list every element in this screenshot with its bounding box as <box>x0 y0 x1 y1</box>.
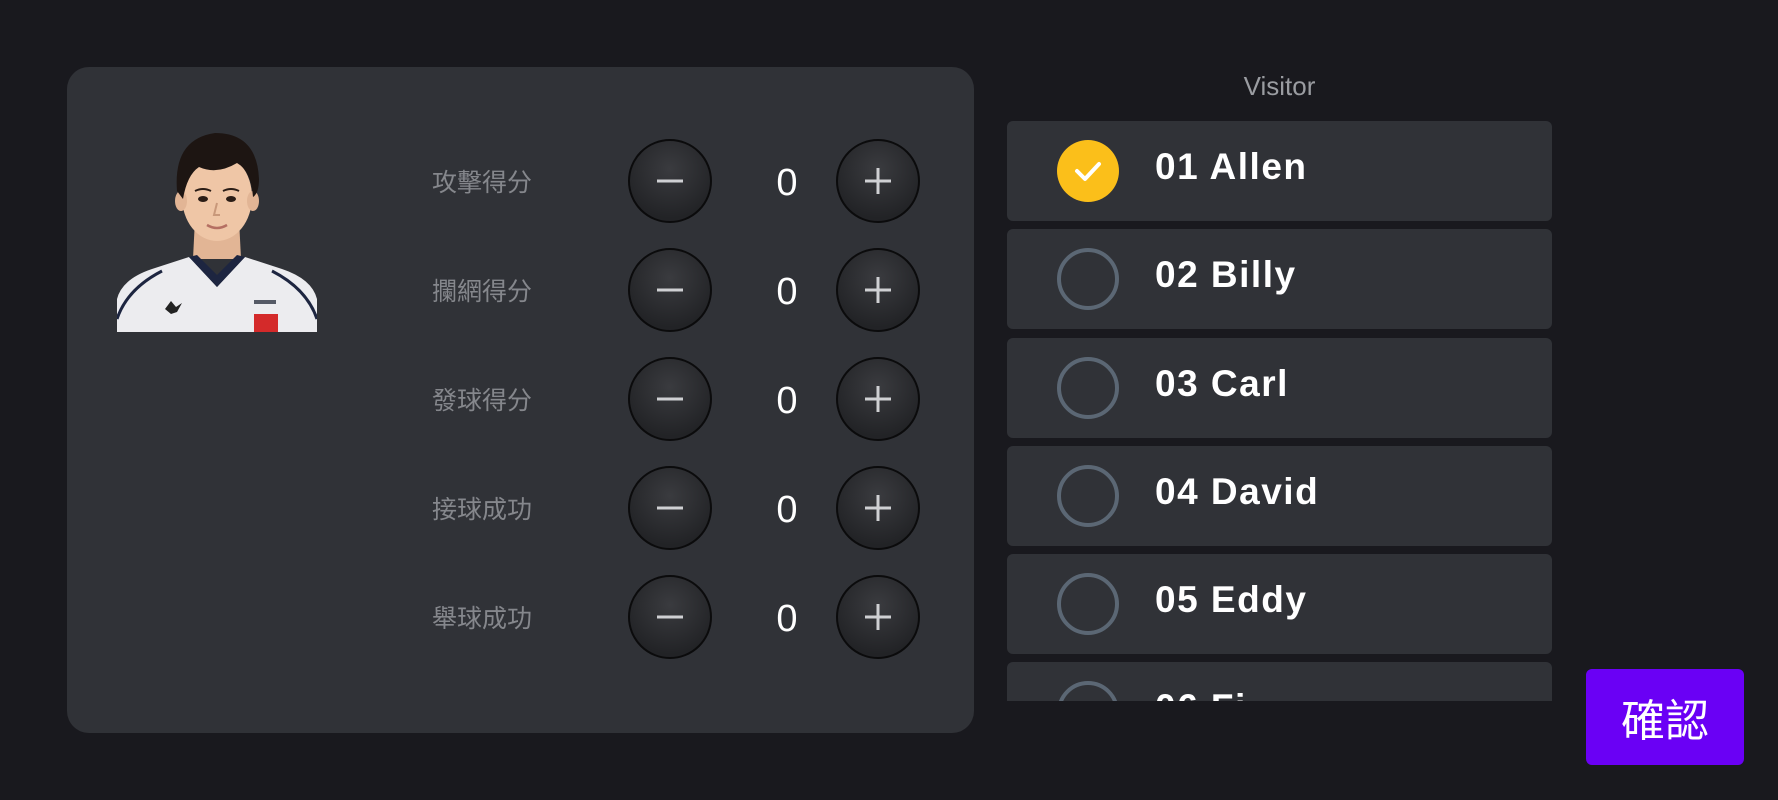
player-item-billy[interactable]: 02 Billy <box>1007 229 1552 329</box>
stat-label: 接球成功 <box>432 495 533 524</box>
plus-icon <box>865 495 891 521</box>
stat-row-receive: 接球成功 0 <box>67 466 974 554</box>
decrement-button[interactable] <box>628 248 712 332</box>
minus-icon <box>657 397 683 401</box>
visitor-team-title: Visitor <box>1243 71 1316 101</box>
increment-button[interactable] <box>836 139 920 223</box>
minus-icon <box>657 179 683 183</box>
stat-row-set: 舉球成功 0 <box>67 575 974 663</box>
stat-value: 0 <box>776 271 798 313</box>
plus-icon <box>865 277 891 303</box>
minus-icon <box>657 288 683 292</box>
player-name: 04 David <box>1155 471 1320 512</box>
player-item-eddy[interactable]: 05 Eddy <box>1007 554 1552 654</box>
stat-row-block: 攔網得分 0 <box>67 248 974 336</box>
player-stats-panel: 攻擊得分 0 攔網得分 0 發球得分 0 接球成功 0 舉球成功 0 <box>67 67 974 733</box>
radio-unchecked[interactable] <box>1057 465 1119 527</box>
confirm-button[interactable]: 確認 <box>1586 669 1744 765</box>
increment-button[interactable] <box>836 357 920 441</box>
check-icon <box>1075 162 1101 181</box>
player-item-allen[interactable]: 01 Allen <box>1007 121 1552 221</box>
stat-label: 攔網得分 <box>432 277 533 306</box>
increment-button[interactable] <box>836 575 920 659</box>
stat-label: 舉球成功 <box>432 604 533 633</box>
increment-button[interactable] <box>836 248 920 332</box>
minus-icon <box>657 506 683 510</box>
player-name: 03 Carl <box>1155 363 1289 404</box>
player-name: 06 Fi <box>1155 662 1247 701</box>
radio-unchecked[interactable] <box>1057 357 1119 419</box>
decrement-button[interactable] <box>628 357 712 441</box>
stat-row-attack: 攻擊得分 0 <box>67 139 974 227</box>
stat-value: 0 <box>776 380 798 422</box>
player-list[interactable]: 01 Allen 02 Billy 03 Carl 04 David 05 Ed… <box>1007 121 1552 701</box>
radio-unchecked[interactable] <box>1057 681 1119 701</box>
radio-checked[interactable] <box>1057 140 1119 202</box>
minus-icon <box>657 615 683 619</box>
player-item-partial[interactable]: 06 Fi <box>1007 662 1552 701</box>
stat-value: 0 <box>776 598 798 640</box>
radio-unchecked[interactable] <box>1057 248 1119 310</box>
stat-value: 0 <box>776 489 798 531</box>
decrement-button[interactable] <box>628 139 712 223</box>
decrement-button[interactable] <box>628 466 712 550</box>
radio-unchecked[interactable] <box>1057 573 1119 635</box>
player-name: 05 Eddy <box>1155 579 1308 620</box>
stat-value: 0 <box>776 162 798 204</box>
stat-label: 攻擊得分 <box>432 168 533 197</box>
stat-row-serve: 發球得分 0 <box>67 357 974 445</box>
decrement-button[interactable] <box>628 575 712 659</box>
player-name: 01 Allen <box>1155 146 1308 187</box>
plus-icon <box>865 386 891 412</box>
increment-button[interactable] <box>836 466 920 550</box>
player-item-carl[interactable]: 03 Carl <box>1007 338 1552 438</box>
stat-label: 發球得分 <box>432 386 533 415</box>
player-name: 02 Billy <box>1155 254 1297 295</box>
plus-icon <box>865 604 891 630</box>
player-item-david[interactable]: 04 David <box>1007 446 1552 546</box>
plus-icon <box>865 168 891 194</box>
